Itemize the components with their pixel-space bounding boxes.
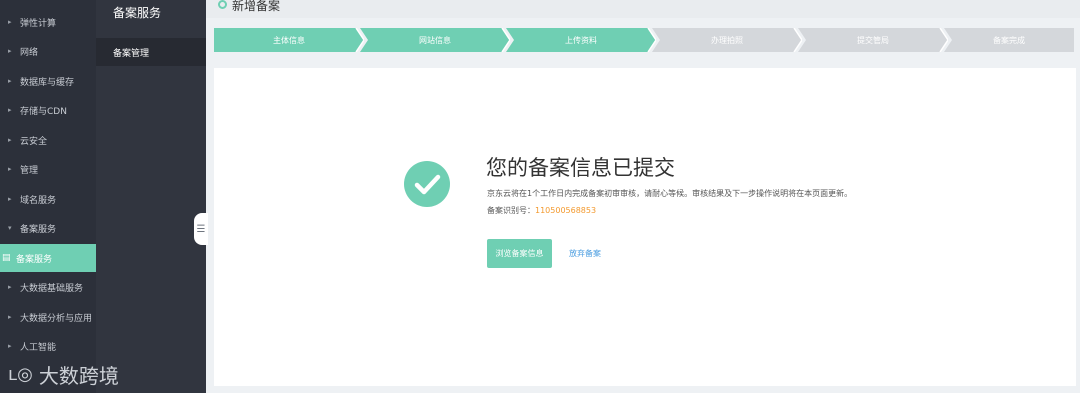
watermark-text: 大数跨境 bbox=[38, 364, 119, 388]
abandon-record-link[interactable]: 放弃备案 bbox=[569, 248, 601, 259]
view-record-button[interactable]: 浏览备案信息 bbox=[487, 239, 552, 268]
nav-item-network[interactable]: ▸ 网络 bbox=[0, 38, 96, 64]
step-photo: 办理拍照 bbox=[652, 28, 802, 52]
collapse-sidebar-handle[interactable]: ☰ bbox=[194, 213, 208, 245]
caret-right-icon: ▸ bbox=[8, 342, 12, 350]
nav-item-ai[interactable]: ▸ 人工智能 bbox=[0, 333, 96, 359]
nav-item-database[interactable]: ▸ 数据库与缓存 bbox=[0, 68, 96, 94]
result-headline: 您的备案信息已提交 bbox=[486, 156, 675, 180]
step-website-info: 网站信息 bbox=[360, 28, 510, 52]
nav-item-storage-cdn[interactable]: ▸ 存储与CDN bbox=[0, 97, 96, 123]
nav-item-cloud-security[interactable]: ▸ 云安全 bbox=[0, 127, 96, 153]
step-label: 主体信息 bbox=[273, 35, 305, 45]
success-check-icon bbox=[404, 161, 450, 207]
app-root: ▸ 弹性计算 ▸ 网络 ▸ 数据库与缓存 ▸ 存储与CDN ▸ 云安全 ▸ 管理 ▸ 域名服务… bbox=[0, 0, 1080, 393]
step-label: 备案完成 bbox=[993, 35, 1025, 45]
sub-sidebar: 备案服务 备案管理 bbox=[96, 0, 206, 393]
page-header: 新增备案 bbox=[206, 0, 1080, 18]
caret-right-icon: ▸ bbox=[8, 165, 12, 173]
step-upload: 上传资料 bbox=[506, 28, 656, 52]
caret-right-icon: ▸ bbox=[8, 283, 12, 291]
caret-right-icon: ▸ bbox=[8, 77, 12, 85]
nav-item-bigdata-basic[interactable]: ▸ 大数据基础服务 bbox=[0, 274, 96, 300]
nav-item-record-group[interactable]: ▾ 备案服务 bbox=[0, 215, 96, 241]
record-id-label: 备案识别号： bbox=[487, 206, 535, 215]
nav-item-management[interactable]: ▸ 管理 bbox=[0, 156, 96, 182]
caret-right-icon: ▸ bbox=[8, 313, 12, 321]
page-title: 新增备案 bbox=[232, 0, 281, 13]
watermark: ʟ◎ 大数跨境 bbox=[8, 360, 119, 389]
subnav-item-record-management[interactable]: 备案管理 bbox=[96, 38, 206, 66]
menu-lines-icon: ☰ bbox=[196, 223, 206, 235]
caret-right-icon: ▸ bbox=[8, 47, 12, 55]
step-complete: 备案完成 bbox=[944, 28, 1074, 52]
caret-right-icon: ▸ bbox=[8, 136, 12, 144]
progress-steps: 主体信息 网站信息 上传资料 办理拍照 提交管局 备案完成 bbox=[214, 28, 1074, 52]
record-id-value: 110500568853 bbox=[535, 206, 597, 215]
record-icon: ▤ bbox=[2, 253, 11, 263]
result-card: 您的备案信息已提交 京东云将在1个工作日内完成备案初审审核，请耐心等候。审核结果… bbox=[214, 68, 1076, 386]
step-label: 提交管局 bbox=[857, 35, 889, 45]
step-submit-bureau: 提交管局 bbox=[798, 28, 948, 52]
watermark-logo-icon: ʟ◎ bbox=[8, 364, 33, 385]
step-subject-info: 主体信息 bbox=[214, 28, 364, 52]
main-sidebar: ▸ 弹性计算 ▸ 网络 ▸ 数据库与缓存 ▸ 存储与CDN ▸ 云安全 ▸ 管理 ▸ 域名服务… bbox=[0, 0, 96, 393]
step-label: 网站信息 bbox=[419, 35, 451, 45]
subnav-title: 备案服务 bbox=[113, 6, 162, 20]
nav-item-bigdata-analysis[interactable]: ▸ 大数据分析与应用 bbox=[0, 304, 96, 330]
title-circle-icon bbox=[218, 0, 227, 9]
nav-item-domain[interactable]: ▸ 域名服务 bbox=[0, 186, 96, 212]
caret-right-icon: ▸ bbox=[8, 18, 12, 26]
record-id-line: 备案识别号：110500568853 bbox=[487, 205, 596, 216]
result-description: 京东云将在1个工作日内完成备案初审审核，请耐心等候。审核结果及下一步操作说明将在… bbox=[487, 189, 853, 198]
step-label: 上传资料 bbox=[565, 35, 597, 45]
nav-item-record-service[interactable]: ▤ 备案服务 bbox=[0, 244, 96, 272]
caret-right-icon: ▸ bbox=[8, 195, 12, 203]
caret-down-icon: ▾ bbox=[8, 224, 12, 232]
nav-item-elastic-compute[interactable]: ▸ 弹性计算 bbox=[0, 9, 96, 35]
caret-right-icon: ▸ bbox=[8, 106, 12, 114]
step-label: 办理拍照 bbox=[711, 35, 743, 45]
